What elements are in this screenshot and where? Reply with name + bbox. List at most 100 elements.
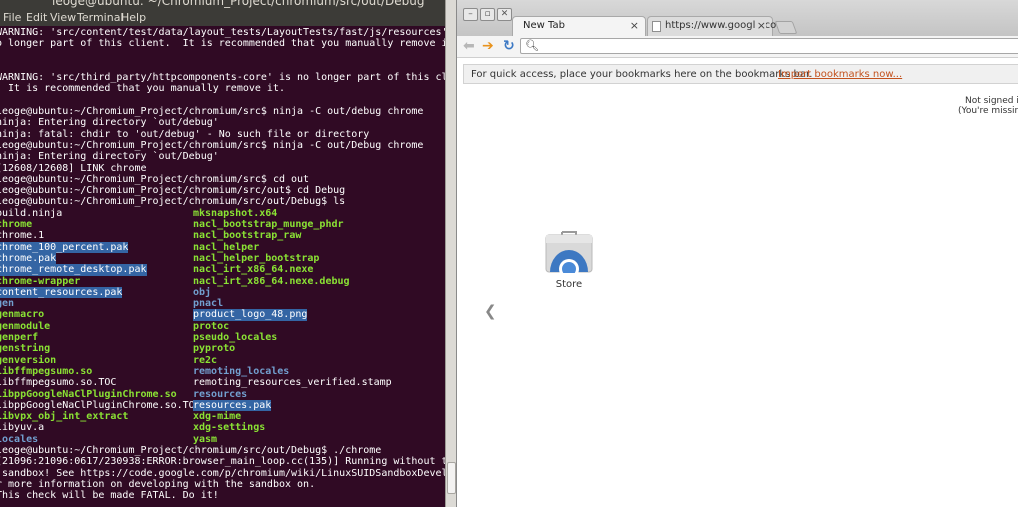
reload-button[interactable]: ↻ (503, 39, 515, 53)
ls-row: chrome.pak nacl_helper_bootstrap (0, 252, 445, 265)
terminal-scrollbar-thumb[interactable] (447, 462, 456, 494)
ls-row: libffmpegsumo.so remoting_locales (0, 366, 445, 377)
terminal-line: [21096:21096:0617/230938:ERROR:browser_m… (0, 456, 445, 468)
ls-entry: pnacl (193, 298, 224, 310)
ls-entry: build.ninja (0, 207, 63, 219)
ls-entry: remoting_resources_verified.stamp (193, 377, 392, 389)
page-favicon-icon (652, 21, 661, 32)
menu-help[interactable]: Help (121, 11, 146, 24)
terminal-line: This check will be made FATAL. Do it! (0, 490, 219, 502)
terminal-line: ninja: Entering directory `out/Debug' (0, 151, 219, 163)
ls-row: chrome_remote_desktop.pak nacl_irt_x86_64… (0, 264, 445, 276)
terminal-line: ninja: fatal: chdir to 'out/debug' - No … (0, 128, 370, 140)
tab-google[interactable]: https://www.google.com × (647, 16, 786, 36)
app-tile-label: Store (555, 279, 583, 290)
menu-file[interactable]: File (3, 11, 21, 24)
ls-entry: obj (193, 286, 212, 298)
terminal-line: leoge@ubuntu:~/Chromium_Project/chromium… (0, 196, 346, 208)
ls-entry: genversion (0, 354, 57, 366)
terminal-line: leoge@ubuntu:~/Chromium_Project/chromium… (0, 139, 424, 151)
forward-button[interactable]: ➔ (482, 39, 494, 53)
ls-entry: content_resources.pak (0, 286, 123, 299)
ls-entry: xdg-settings (193, 422, 266, 434)
omnibox[interactable]: 🔍︎ (520, 38, 1018, 54)
tab-close-icon[interactable]: × (754, 19, 766, 32)
ls-entry: nacl_irt_x86_64.nexe.debug (193, 275, 350, 287)
terminal-menubar: File Edit View Terminal Help (0, 9, 445, 26)
terminal-scrollbar[interactable] (445, 0, 456, 507)
ls-entry: product_logo_48.png (193, 309, 308, 321)
ls-entry: chrome_remote_desktop.pak (0, 264, 147, 276)
ls-row: locales yasm (0, 434, 445, 445)
ls-row: libffmpegsumo.so.TOC remoting_resources_v… (0, 377, 445, 388)
ls-row: genmacro product_logo_48.png (0, 309, 445, 321)
browser-window: – ▫ ✕ New Tab × https://www.google.com ×… (456, 0, 1018, 507)
ls-entry: genmodule (0, 320, 51, 332)
ls-entry: pseudo_locales (193, 332, 278, 344)
ls-row: chrome.1 nacl_bootstrap_raw (0, 230, 445, 241)
bookmarks-bar: For quick access, place your bookmarks h… (463, 64, 1018, 84)
tab-label: https://www.google.com (665, 20, 787, 31)
ls-entry: libffmpegsumo.so.TOC (0, 377, 117, 389)
terminal-line: [12608/12608] LINK chrome (0, 162, 147, 174)
terminal-output[interactable]: WARNING: 'src/content/test/data/layout_t… (0, 27, 445, 507)
tab-new-tab[interactable]: New Tab × (512, 16, 646, 36)
ls-row: chrome nacl_bootstrap_munge_phdr (0, 219, 445, 230)
search-icon: 🔍︎ (525, 39, 539, 52)
web-store-icon (545, 231, 593, 273)
ls-entry: chrome-wrapper (0, 275, 81, 287)
ls-row: libyuv.a xdg-settings (0, 422, 445, 433)
ls-entry: libffmpegsumo.so (0, 365, 93, 377)
tab-close-icon[interactable]: × (630, 19, 639, 32)
menu-view[interactable]: View (50, 11, 76, 24)
close-window-button[interactable]: ✕ (497, 8, 512, 21)
ls-entry: gen (0, 298, 15, 310)
ls-entry: xdg-mime (193, 411, 242, 423)
bookmarks-bar-hint: For quick access, place your bookmarks h… (471, 69, 813, 80)
terminal-title: leoge@ubuntu: ~/Chromium_Project/chromiu… (52, 0, 425, 8)
ls-entry: remoting_locales (193, 365, 290, 377)
ls-entry: chrome (0, 219, 33, 231)
ls-entry: chrome.1 (0, 230, 45, 242)
terminal-line: leoge@ubuntu:~/Chromium_Project/chromium… (0, 185, 346, 197)
ls-row: build.ninja mksnapshot.x64 (0, 208, 445, 219)
minimize-button[interactable]: – (463, 8, 478, 21)
terminal-line: r more information on developing with th… (0, 478, 316, 490)
ls-entry: libppGoogleNaClPluginChrome.so (0, 388, 177, 400)
ls-entry: nacl_bootstrap_raw (193, 230, 302, 242)
ls-row: gen pnacl (0, 298, 445, 309)
terminal-titlebar: leoge@ubuntu: ~/Chromium_Project/chromiu… (0, 0, 445, 9)
browser-toolbar: ⬅ ➔ ↻ 🔍︎ (457, 36, 1018, 58)
ls-entry: nacl_bootstrap_munge_phdr (193, 219, 344, 231)
ls-entry: genperf (0, 332, 39, 344)
ls-entry: libppGoogleNaClPluginChrome.so.TOC (0, 399, 201, 411)
ls-row: libppGoogleNaClPluginChrome.so.TOC resour… (0, 399, 445, 412)
ls-row: libppGoogleNaClPluginChrome.so resources (0, 389, 445, 400)
ls-entry: nacl_helper (193, 241, 260, 253)
ls-entry: re2c (193, 354, 218, 366)
menu-edit[interactable]: Edit (26, 11, 47, 24)
import-bookmarks-link[interactable]: Import bookmarks now... (778, 69, 902, 80)
ls-entry: libvpx_obj_int_extract (0, 411, 129, 423)
terminal-line: WARNING: 'src/third_party/httpcomponents… (0, 72, 445, 84)
ls-entry: nacl_helper_bootstrap (193, 252, 320, 264)
ls-row: genmodule protoc (0, 321, 445, 332)
signin-status[interactable]: Not signed in (965, 96, 1018, 106)
address-input[interactable] (539, 40, 1018, 52)
app-tile-store[interactable]: Store (543, 227, 595, 293)
ls-entry: chrome_100_percent.pak (0, 241, 129, 253)
ls-entry: nacl_irt_x86_64.nexe (193, 264, 314, 276)
terminal-line: o longer part of this client. It is reco… (0, 38, 445, 50)
new-tab-button[interactable] (774, 21, 798, 34)
terminal-window: leoge@ubuntu: ~/Chromium_Project/chromiu… (0, 0, 445, 507)
ls-row: content_resources.pak obj (0, 286, 445, 299)
back-button[interactable]: ⬅ (463, 39, 475, 53)
maximize-button[interactable]: ▫ (480, 8, 495, 21)
ls-entry: yasm (193, 433, 218, 445)
menu-terminal[interactable]: Terminal (77, 11, 124, 24)
ls-row: chrome_100_percent.pak nacl_helper (0, 241, 445, 253)
previous-page-chevron-icon[interactable]: ❮ (484, 302, 497, 320)
terminal-line: WARNING: 'src/content/test/data/layout_t… (0, 27, 445, 38)
